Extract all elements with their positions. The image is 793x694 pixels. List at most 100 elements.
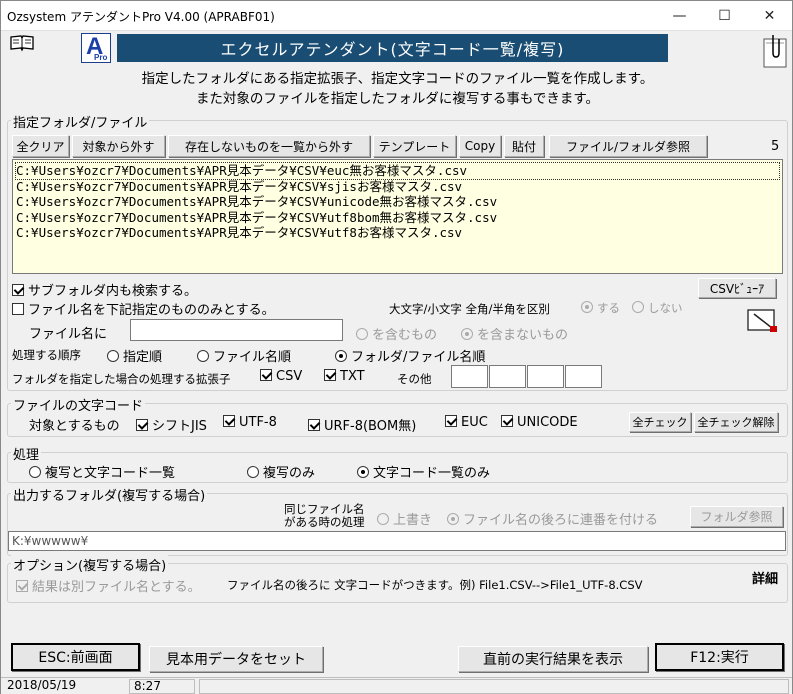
copy-only-radio[interactable]: 複写のみ bbox=[247, 462, 315, 481]
radio-icon bbox=[461, 328, 473, 340]
list-item[interactable]: C:¥Users¥ozcr7¥Documents¥APR見本データ¥CSV¥sj… bbox=[16, 179, 779, 195]
enc-sjis-label: シフトJIS bbox=[152, 419, 207, 434]
ext-other-input-3[interactable] bbox=[527, 365, 564, 388]
radio-icon bbox=[357, 466, 369, 478]
ext-txt-label: TXT bbox=[340, 369, 365, 384]
order-filename-label: ファイル名順 bbox=[213, 350, 292, 365]
not-contains-radio[interactable]: を含まないもの bbox=[461, 324, 568, 343]
browse-folder-button[interactable]: フォルダ参照 bbox=[690, 506, 783, 527]
set-sample-data-button[interactable]: 見本用データをセット bbox=[149, 646, 323, 672]
show-last-result-button[interactable]: 直前の実行結果を表示 bbox=[458, 646, 648, 672]
separate-file-checkbox[interactable]: 結果は別ファイル名とする。 bbox=[16, 576, 201, 595]
ext-other-input-4[interactable] bbox=[565, 365, 602, 388]
paste-button[interactable]: 貼付 bbox=[504, 135, 544, 157]
option-note: ファイル名の後ろに 文字コードがつきます。例) File1.CSV-->File… bbox=[227, 578, 643, 592]
output-path-input[interactable]: K:¥wwwww¥ bbox=[8, 531, 786, 551]
remove-target-button[interactable]: 対象から外す bbox=[72, 135, 165, 157]
paperclip-icon[interactable] bbox=[761, 31, 789, 69]
enc-utf8-nobom-label: URF-8(BOM無) bbox=[324, 419, 417, 434]
checkbox-icon bbox=[223, 415, 235, 427]
template-button[interactable]: テンプレート bbox=[373, 135, 456, 157]
list-item[interactable]: C:¥Users¥ozcr7¥Documents¥APR見本データ¥CSV¥un… bbox=[16, 194, 779, 210]
copy-button[interactable]: Copy bbox=[459, 135, 501, 157]
run-button[interactable]: F12:実行 bbox=[655, 643, 784, 671]
enc-unicode-label: UNICODE bbox=[517, 415, 578, 430]
encoding-target-label: 対象とするもの bbox=[29, 419, 120, 434]
order-filename-radio[interactable]: ファイル名順 bbox=[197, 346, 291, 365]
search-subfolders-label: サブフォルダ内も検索する。 bbox=[28, 284, 198, 299]
order-label: 処理する順序 bbox=[12, 348, 81, 362]
description-line-1: 指定したフォルダにある指定拡張子、指定文字コードのファイル一覧を作成します。 bbox=[141, 71, 654, 87]
screen-banner: エクセルアテンダント(文字コード一覧/複写) bbox=[117, 34, 668, 62]
close-button[interactable]: ✕ bbox=[747, 1, 792, 31]
browse-files-button[interactable]: ファイル/フォルダ参照 bbox=[549, 135, 707, 157]
filename-only-checkbox[interactable]: ファイル名を下記指定のもののみとする。 bbox=[12, 299, 275, 318]
esc-back-button[interactable]: ESC:前画面 bbox=[11, 643, 140, 671]
not-contains-label: を含まないもの bbox=[477, 328, 569, 343]
ext-other-label: その他 bbox=[397, 372, 432, 386]
radio-icon bbox=[356, 328, 368, 340]
filename-only-label: ファイル名を下記指定のもののみとする。 bbox=[28, 303, 275, 318]
list-only-radio[interactable]: 文字コード一覧のみ bbox=[357, 462, 490, 481]
ext-txt-checkbox[interactable]: TXT bbox=[324, 369, 365, 384]
case-no-label: しない bbox=[648, 301, 683, 315]
ext-other-input-1[interactable] bbox=[451, 365, 488, 388]
clear-all-button[interactable]: 全クリア bbox=[12, 135, 69, 157]
minimize-button[interactable]: — bbox=[657, 1, 702, 31]
append-seq-radio[interactable]: ファイル名の後ろに連番を付ける bbox=[447, 509, 658, 528]
case-sensitive-label: 大文字/小文字 全角/半角を区別 bbox=[389, 302, 550, 316]
csv-viewer-button[interactable]: CSVﾋﾞｭｰｱ bbox=[698, 278, 776, 298]
list-item[interactable]: C:¥Users¥ozcr7¥Documents¥APR見本データ¥CSV¥ut… bbox=[16, 210, 779, 226]
enc-euc-checkbox[interactable]: EUC bbox=[445, 415, 488, 430]
filename-input[interactable] bbox=[130, 319, 343, 341]
radio-icon bbox=[581, 301, 593, 313]
detail-link[interactable]: 詳細 bbox=[752, 568, 778, 587]
list-only-label: 文字コード一覧のみ bbox=[373, 466, 491, 481]
output-group-label: 出力するフォルダ(複写する場合) bbox=[11, 485, 208, 504]
enc-unicode-checkbox[interactable]: UNICODE bbox=[501, 415, 578, 430]
enc-sjis-checkbox[interactable]: シフトJIS bbox=[136, 415, 207, 434]
description-line-2: また対象のファイルを指定したフォルダに複写する事もできます。 bbox=[195, 91, 600, 107]
edit-icon[interactable] bbox=[746, 304, 780, 334]
remove-missing-button[interactable]: 存在しないものを一覧から外す bbox=[168, 135, 370, 157]
enc-utf8-checkbox[interactable]: UTF-8 bbox=[223, 415, 277, 430]
copy-and-list-radio[interactable]: 複写と文字コード一覧 bbox=[29, 462, 175, 481]
enc-utf8-label: UTF-8 bbox=[239, 415, 277, 430]
checkbox-icon bbox=[260, 369, 272, 381]
case-no-radio[interactable]: しない bbox=[632, 300, 683, 316]
manual-book-icon[interactable] bbox=[9, 34, 35, 52]
checkbox-icon bbox=[16, 580, 28, 592]
radio-icon bbox=[335, 350, 347, 362]
case-yes-radio[interactable]: する bbox=[581, 300, 620, 316]
overwrite-label: 上書き bbox=[393, 513, 433, 528]
enc-euc-label: EUC bbox=[461, 415, 488, 430]
checkbox-icon bbox=[12, 303, 24, 315]
checkbox-icon bbox=[501, 415, 513, 427]
search-subfolders-checkbox[interactable]: サブフォルダ内も検索する。 bbox=[12, 280, 197, 299]
list-item[interactable]: C:¥Users¥ozcr7¥Documents¥APR見本データ¥CSV¥ut… bbox=[16, 225, 779, 241]
order-folder-file-radio[interactable]: フォルダ/ファイル名順 bbox=[335, 346, 485, 365]
case-yes-label: する bbox=[597, 301, 620, 315]
maximize-button[interactable]: ☐ bbox=[702, 1, 747, 31]
title-bar: Ozsystem アテンダントPro V4.00 (APRABF01) — ☐ … bbox=[1, 1, 792, 31]
ext-other-input-2[interactable] bbox=[489, 365, 526, 388]
app-logo: A Pro bbox=[81, 33, 111, 63]
order-folder-file-label: フォルダ/ファイル名順 bbox=[351, 350, 486, 365]
radio-icon bbox=[447, 513, 459, 525]
checkbox-icon bbox=[12, 284, 24, 296]
file-list[interactable]: C:¥Users¥ozcr7¥Documents¥APR見本データ¥CSV¥eu… bbox=[12, 159, 783, 274]
ext-csv-label: CSV bbox=[276, 369, 303, 384]
enc-utf8-nobom-checkbox[interactable]: URF-8(BOM無) bbox=[308, 415, 416, 434]
status-bar: 2018/05/19 8:27 bbox=[1, 677, 792, 694]
separate-file-label: 結果は別ファイル名とする。 bbox=[32, 580, 201, 595]
check-all-button[interactable]: 全チェック bbox=[629, 412, 691, 432]
overwrite-radio[interactable]: 上書き bbox=[377, 509, 432, 528]
checkbox-icon bbox=[445, 415, 457, 427]
list-item[interactable]: C:¥Users¥ozcr7¥Documents¥APR見本データ¥CSV¥eu… bbox=[15, 162, 780, 180]
uncheck-all-button[interactable]: 全チェック解除 bbox=[694, 412, 778, 432]
ext-csv-checkbox[interactable]: CSV bbox=[260, 369, 302, 384]
contains-radio[interactable]: を含むもの bbox=[356, 324, 437, 343]
order-specified-radio[interactable]: 指定順 bbox=[107, 346, 162, 365]
append-seq-label: ファイル名の後ろに連番を付ける bbox=[463, 513, 659, 528]
status-date: 2018/05/19 bbox=[7, 678, 77, 692]
